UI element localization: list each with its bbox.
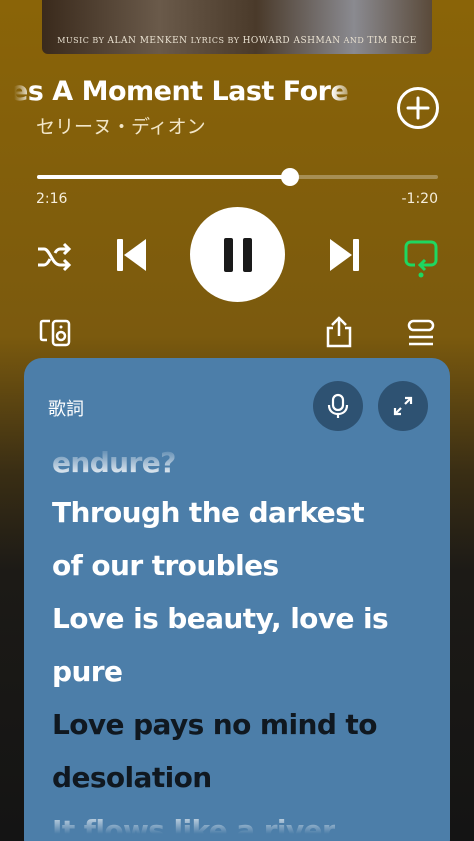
repeat-button[interactable] (400, 234, 442, 280)
queue-button[interactable] (404, 316, 438, 350)
skip-next-icon (330, 239, 359, 271)
sing-along-button[interactable] (313, 381, 363, 431)
lyric-line[interactable]: It flows like a river (52, 814, 336, 841)
connect-device-icon (39, 319, 71, 347)
previous-button[interactable] (108, 232, 154, 278)
repeat-icon (404, 240, 438, 278)
lyric-line[interactable]: endure? (52, 446, 176, 479)
lyric-line[interactable]: Love is beauty, love is (52, 602, 389, 635)
elapsed-time: 2:16 (36, 191, 68, 207)
lyric-line[interactable]: of our troubles (52, 549, 279, 582)
next-button[interactable] (322, 232, 368, 278)
queue-icon (407, 319, 435, 346)
shuffle-button[interactable] (34, 237, 74, 277)
track-title: es A Moment Last Fore (14, 76, 349, 107)
lyric-line[interactable]: Through the darkest (52, 496, 365, 529)
progress-fill (37, 175, 290, 179)
pause-button[interactable] (190, 207, 285, 302)
lyric-line[interactable]: desolation (52, 761, 212, 794)
lyric-line[interactable]: pure (52, 655, 123, 688)
microphone-icon (327, 393, 349, 418)
lyric-line[interactable]: Love pays no mind to (52, 708, 377, 741)
artist-name[interactable]: セリーヌ・ディオン (36, 112, 206, 139)
share-button[interactable] (322, 314, 356, 350)
progress-thumb[interactable] (280, 168, 299, 186)
remaining-time: -1:20 (401, 191, 439, 207)
skip-previous-icon (117, 239, 146, 271)
expand-lyrics-button[interactable] (378, 381, 428, 431)
connect-device-button[interactable] (38, 316, 74, 350)
shuffle-icon (38, 242, 72, 272)
pause-icon (223, 237, 252, 272)
album-credits: MUSIC BY ALAN MENKEN LYRICS BY HOWARD AS… (57, 36, 417, 46)
lyrics-card[interactable]: 歌詞 endure? Through the darkest of our trou… (24, 358, 450, 841)
lyrics-heading: 歌詞 (48, 399, 84, 420)
add-to-library-button[interactable] (396, 86, 440, 130)
expand-icon (393, 396, 413, 416)
album-art: MUSIC BY ALAN MENKEN LYRICS BY HOWARD AS… (42, 0, 432, 54)
plus-circle-icon (397, 87, 439, 129)
progress-bar[interactable] (37, 168, 438, 186)
share-icon (326, 316, 352, 348)
